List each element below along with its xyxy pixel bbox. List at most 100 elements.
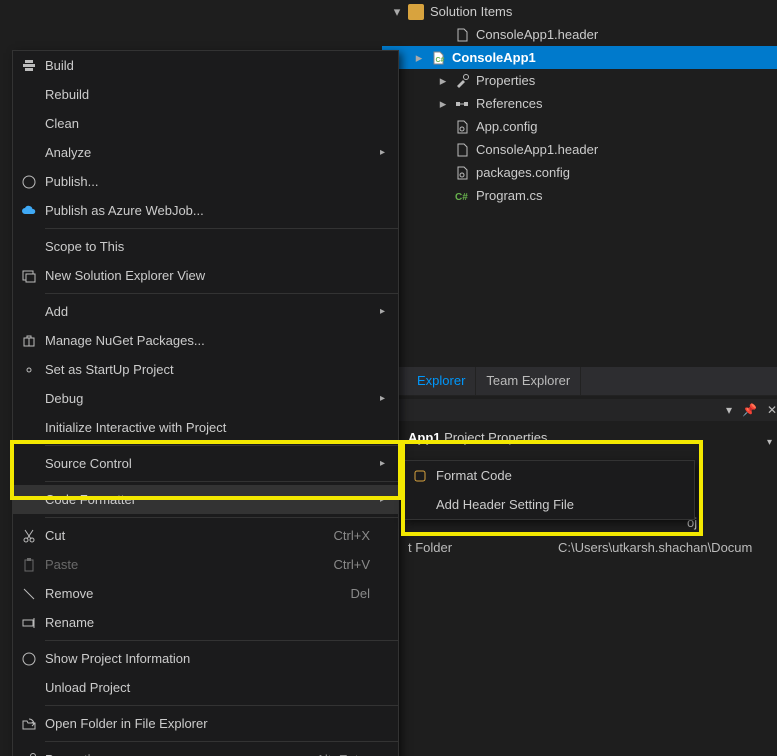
menu-item-source-control[interactable]: Source Control ▸: [13, 449, 398, 478]
menu-item-code-formatter[interactable]: Code Formatter▸: [13, 485, 398, 514]
pin-icon[interactable]: 📌: [742, 403, 757, 417]
svg-text:C#: C#: [436, 57, 445, 64]
menu-label: Manage NuGet Packages...: [45, 333, 370, 348]
tree-item[interactable]: ConsoleApp1.header: [382, 138, 777, 161]
menu-label: Rebuild: [45, 87, 370, 102]
tree-item[interactable]: C#Program.cs: [382, 184, 777, 207]
tab-solution-explorer[interactable]: Explorer: [407, 367, 476, 395]
cut-icon: [13, 528, 45, 544]
menu-item-initialize-interactive-with-project[interactable]: Initialize Interactive with Project: [13, 413, 398, 442]
menu-item-properties[interactable]: PropertiesAlt+Enter: [13, 745, 398, 756]
submenu-arrow-icon: ▸: [380, 393, 398, 404]
menu-item-unload-project[interactable]: Unload Project: [13, 673, 398, 702]
menu-separator: [45, 640, 398, 641]
menu-item-analyze[interactable]: Analyze ▸: [13, 138, 398, 167]
menu-label: Scope to This: [45, 239, 370, 254]
close-icon[interactable]: ✕: [767, 403, 777, 417]
menu-label: Analyze: [45, 145, 370, 160]
menu-separator: [45, 741, 398, 742]
menu-separator: [45, 517, 398, 518]
menu-label: Clean: [45, 116, 370, 131]
tree-label: Properties: [476, 73, 535, 88]
tree-item[interactable]: ConsoleApp1.header: [382, 23, 777, 46]
menu-item-cut[interactable]: CutCtrl+X: [13, 521, 398, 550]
menu-label: Build: [45, 58, 370, 73]
tree-label: ConsoleApp1: [452, 50, 536, 65]
menu-label: Set as StartUp Project: [45, 362, 370, 377]
cloud-icon: [13, 203, 45, 219]
menu-item-rename[interactable]: Rename: [13, 608, 398, 637]
tree-item[interactable]: ▸ C# ConsoleApp1: [382, 46, 777, 69]
menu-item-scope-to-this[interactable]: Scope to This: [13, 232, 398, 261]
properties-key: t Folder: [408, 540, 558, 555]
tree-label: Solution Items: [430, 4, 512, 19]
tree-item[interactable]: ▸ Properties: [382, 69, 777, 92]
menu-item-set-as-startup-project[interactable]: Set as StartUp Project: [13, 355, 398, 384]
menu-shortcut: Ctrl+V: [334, 557, 380, 572]
menu-separator: [45, 481, 398, 482]
tree-label: ConsoleApp1.header: [476, 27, 598, 42]
menu-shortcut: Del: [350, 586, 380, 601]
menu-label: Remove: [45, 586, 350, 601]
menu-label: Properties: [45, 752, 316, 756]
cs-icon: C#: [454, 188, 470, 204]
menu-label: Debug: [45, 391, 370, 406]
menu-item-show-project-information[interactable]: Show Project Information: [13, 644, 398, 673]
menu-item-clean[interactable]: Clean: [13, 109, 398, 138]
menu-label: Unload Project: [45, 680, 370, 695]
gear-icon: [13, 362, 45, 378]
menu-item-publish-as-azure-webjob[interactable]: Publish as Azure WebJob...: [13, 196, 398, 225]
menu-separator: [45, 228, 398, 229]
menu-item-open-folder-in-file-explorer[interactable]: Open Folder in File Explorer: [13, 709, 398, 738]
file-icon: [454, 27, 470, 43]
dropdown-icon[interactable]: ▾: [726, 403, 732, 417]
wrench-icon: [454, 73, 470, 89]
submenu-arrow-icon: ▸: [380, 147, 398, 158]
menu-item-debug[interactable]: Debug ▸: [13, 384, 398, 413]
format-icon: [404, 468, 436, 484]
menu-label: Initialize Interactive with Project: [45, 420, 370, 435]
submenu-item-format-code[interactable]: Format Code: [404, 461, 694, 490]
menu-shortcut: Ctrl+X: [334, 528, 380, 543]
info-icon: [13, 651, 45, 667]
tree-item[interactable]: ▸References: [382, 92, 777, 115]
menu-item-paste: PasteCtrl+V: [13, 550, 398, 579]
menu-label: Cut: [45, 528, 334, 543]
refs-icon: [454, 96, 470, 112]
code-formatter-submenu: Format Code Add Header Setting File: [403, 460, 695, 520]
menu-label: Code Formatter: [45, 492, 370, 507]
cfg-icon: [454, 119, 470, 135]
menu-label: Publish as Azure WebJob...: [45, 203, 370, 218]
menu-item-manage-nuget-packages[interactable]: Manage NuGet Packages...: [13, 326, 398, 355]
menu-item-publish[interactable]: Publish...: [13, 167, 398, 196]
menu-label: Open Folder in File Explorer: [45, 716, 370, 731]
chevron-down-icon[interactable]: ▾: [392, 4, 402, 20]
properties-panel-header: es ▾ 📌 ✕: [360, 399, 777, 421]
menu-item-rebuild[interactable]: Rebuild: [13, 80, 398, 109]
menu-label: Add Header Setting File: [436, 497, 694, 512]
tree-item[interactable]: App.config: [382, 115, 777, 138]
tree-item[interactable]: packages.config: [382, 161, 777, 184]
menu-item-build[interactable]: Build: [13, 51, 398, 80]
menu-item-remove[interactable]: RemoveDel: [13, 579, 398, 608]
tab-team-explorer[interactable]: Team Explorer: [476, 367, 581, 395]
submenu-arrow-icon: ▸: [380, 306, 398, 317]
tree-label: App.config: [476, 119, 537, 134]
chevron-right-icon[interactable]: ▸: [414, 50, 424, 66]
chevron-right-icon[interactable]: ▸: [438, 73, 448, 89]
menu-label: Source Control: [45, 456, 370, 471]
paste-icon: [13, 557, 45, 573]
tree-root-solution-items[interactable]: ▾ Solution Items: [382, 0, 777, 23]
properties-title: App1 Project Properties: [408, 430, 547, 445]
submenu-item-add-header-setting-file[interactable]: Add Header Setting File: [404, 490, 694, 519]
menu-item-new-solution-explorer-view[interactable]: New Solution Explorer View: [13, 261, 398, 290]
expand-icon[interactable]: ▾: [767, 437, 772, 448]
menu-separator: [45, 293, 398, 294]
menu-item-add[interactable]: Add ▸: [13, 297, 398, 326]
submenu-arrow-icon: ▸: [380, 458, 398, 469]
chevron-right-icon[interactable]: ▸: [438, 96, 448, 112]
menu-label: Add: [45, 304, 370, 319]
folder-icon: [408, 4, 424, 20]
remove-icon: [13, 586, 45, 602]
solution-explorer-tree: ▾ Solution Items ConsoleApp1.header▸C#Co…: [382, 0, 777, 207]
